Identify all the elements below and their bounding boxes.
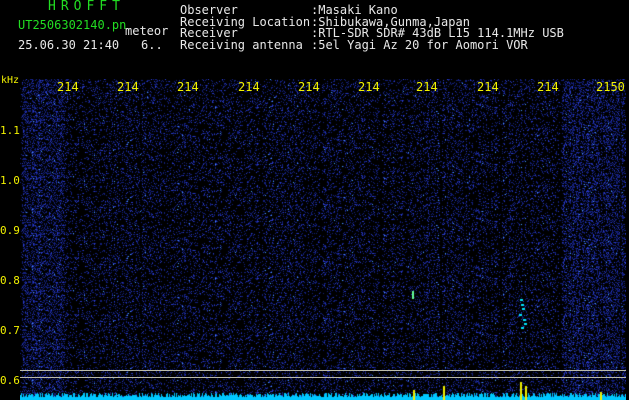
x-tick-label: 2150 <box>596 80 625 94</box>
x-tick-label: 214 <box>537 80 559 94</box>
x-tick-label: 214 <box>238 80 260 94</box>
x-tick-label: 214 <box>477 80 499 94</box>
hrofft-brand: HROFFT <box>48 0 125 14</box>
info-value: :5el Yagi Az 20 for Aomori VOR <box>311 37 528 52</box>
x-tick-label: 214 <box>416 80 438 94</box>
y-tick-label: 0.8 <box>0 274 20 287</box>
y-tick-label: 0.7 <box>0 324 20 337</box>
meteor-label: meteor <box>125 24 169 38</box>
y-tick-label: 0.9 <box>0 224 20 237</box>
y-tick-label: 1.1 <box>0 124 20 137</box>
baseline-line <box>20 370 626 371</box>
y-tick-label: 0.6 <box>0 374 20 387</box>
x-tick-label: 214 <box>358 80 380 94</box>
x-tick-label: 214 <box>117 80 139 94</box>
x-tick-label: 214 <box>57 80 79 94</box>
unit-label: kHz <box>1 75 20 86</box>
y-tick-label: 1.0 <box>0 174 20 187</box>
datetime: 25.06.30 21:40 <box>18 38 120 52</box>
x-tick-label: 214 <box>298 80 320 94</box>
spectrogram <box>20 79 626 400</box>
baseline-line <box>20 377 626 378</box>
info-values: :Masaki Kano :Shibukawa,Gunma,Japan :RTL… <box>311 4 564 52</box>
info-labels: Observer Receiving Location Receiver Rec… <box>180 4 310 52</box>
info-label: Receiving antenna <box>180 37 303 52</box>
filename: UT2506302140.pn <box>18 18 127 32</box>
count: 6.. <box>141 38 163 52</box>
x-tick-label: 214 <box>177 80 199 94</box>
